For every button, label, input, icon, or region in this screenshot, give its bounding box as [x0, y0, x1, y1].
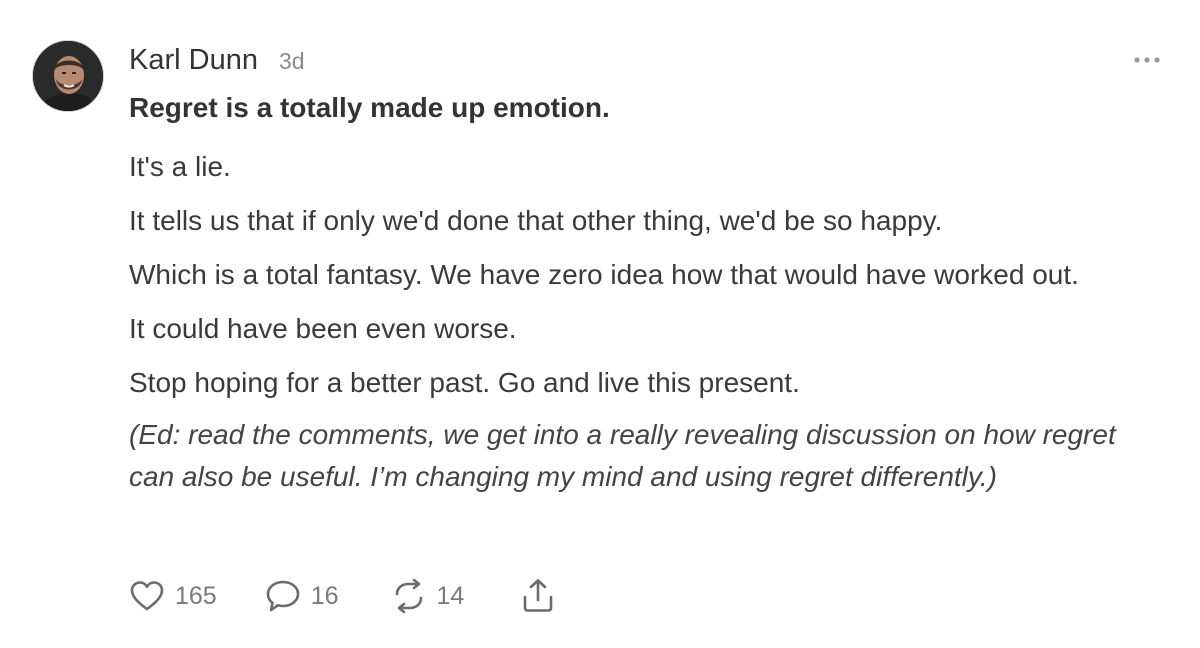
post-paragraph: It could have been even worse.	[129, 313, 517, 344]
action-bar: 165 16 14	[129, 576, 556, 616]
more-options-button[interactable]	[1132, 52, 1162, 68]
avatar-image	[33, 41, 103, 111]
author-name[interactable]: Karl Dunn	[129, 44, 258, 77]
restack-button[interactable]: 14	[391, 579, 465, 613]
post-paragraph: Stop hoping for a better past. Go and li…	[129, 367, 800, 398]
post-paragraph: Which is a total fantasy. We have zero i…	[129, 259, 1079, 290]
restack-count: 14	[436, 581, 465, 610]
editor-note: (Ed: read the comments, we get into a re…	[129, 419, 1116, 492]
more-icon	[1134, 57, 1160, 63]
like-count: 165	[175, 581, 217, 610]
share-button[interactable]	[520, 578, 556, 614]
post-paragraph: It's a lie.	[129, 151, 231, 182]
share-icon	[520, 578, 556, 614]
post-body: It's a lie. It tells us that if only we'…	[129, 150, 1189, 526]
comment-button[interactable]: 16	[265, 579, 339, 613]
avatar[interactable]	[32, 40, 104, 112]
restack-icon	[391, 579, 427, 613]
post-time[interactable]: 3d	[279, 48, 305, 75]
like-button[interactable]: 165	[129, 580, 217, 612]
comment-count: 16	[310, 581, 339, 610]
post-paragraph: It tells us that if only we'd done that …	[129, 205, 943, 236]
post-title: Regret is a totally made up emotion.	[129, 92, 610, 123]
post-header: Karl Dunn 3d	[129, 44, 305, 77]
heart-icon	[129, 580, 165, 612]
comment-icon	[265, 579, 301, 613]
